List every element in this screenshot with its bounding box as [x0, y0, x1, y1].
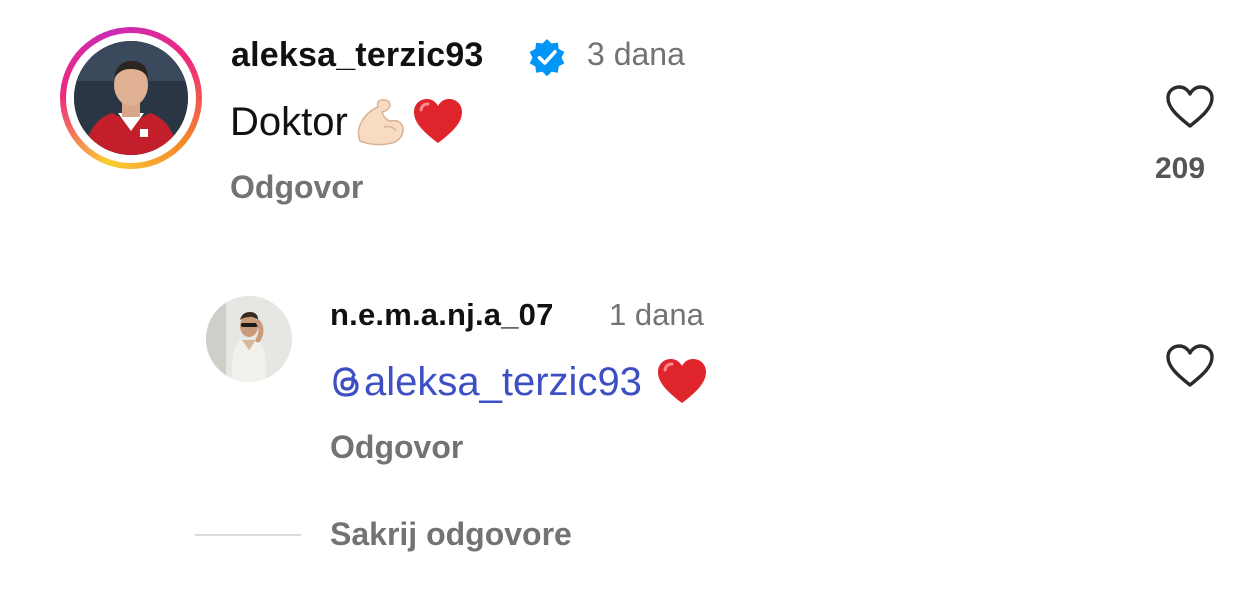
flexed-biceps-icon	[357, 99, 404, 146]
comment-timestamp: 3 dana	[587, 36, 685, 72]
reply-text: aleksa_terzic93	[330, 358, 708, 406]
verified-badge-icon	[529, 39, 565, 77]
avatar-aleksa	[74, 41, 188, 155]
mention-link[interactable]: aleksa_terzic93	[364, 360, 642, 405]
reply-username[interactable]: n.e.m.a.nj.a_07	[330, 297, 554, 333]
reply-button[interactable]: Odgovor	[330, 429, 463, 466]
like-count: 209	[1155, 152, 1206, 185]
reply-button[interactable]: Odgovor	[230, 169, 363, 206]
red-heart-icon	[657, 359, 706, 403]
reply-timestamp: 1 dana	[609, 297, 704, 332]
like-heart-icon[interactable]	[1165, 343, 1215, 389]
comment-text: Doktor	[230, 97, 464, 147]
replies-divider-line	[195, 534, 301, 536]
story-ring-avatar[interactable]	[60, 27, 202, 169]
comment-body: Doktor	[230, 99, 348, 144]
avatar-nemanja[interactable]	[206, 296, 292, 382]
comment-username[interactable]: aleksa_terzic93	[231, 36, 484, 75]
red-heart-icon	[413, 99, 462, 143]
hide-replies-button[interactable]: Sakrij odgovore	[330, 516, 572, 553]
like-heart-icon[interactable]	[1165, 84, 1215, 130]
threads-icon	[330, 363, 362, 401]
